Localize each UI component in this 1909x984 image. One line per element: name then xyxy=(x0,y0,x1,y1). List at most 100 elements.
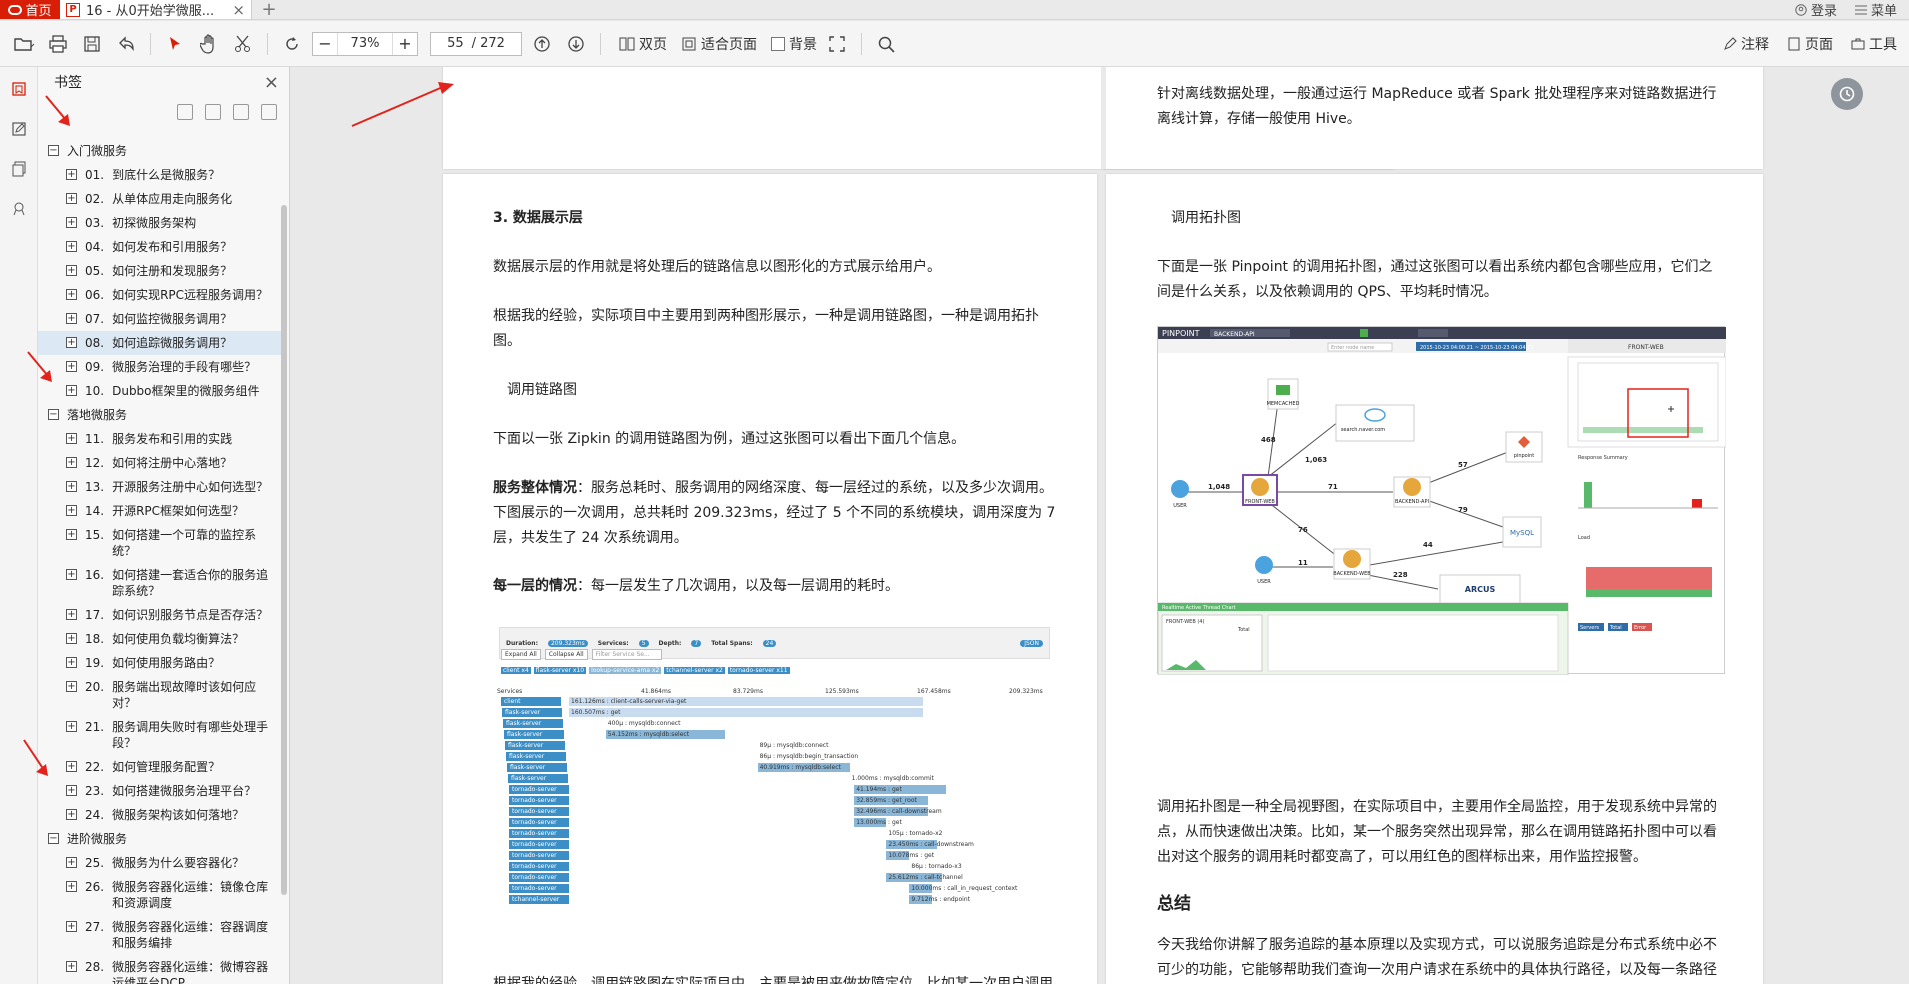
background-toggle[interactable]: 背景 xyxy=(771,34,817,54)
login-button[interactable]: 登录 xyxy=(1795,0,1837,19)
page-menu-button[interactable]: 页面 xyxy=(1787,34,1833,54)
bookmark-item[interactable]: +28. 微服务容器化运维：微博容器运维平台DCP xyxy=(38,955,282,984)
stamp-icon[interactable] xyxy=(0,189,38,229)
bookmark-item[interactable]: +09. 微服务治理的手段有哪些？ xyxy=(38,355,282,379)
annotate-button[interactable]: 注释 xyxy=(1723,34,1769,54)
bookmark-item[interactable]: +02. 从单体应用走向服务化 xyxy=(38,187,282,211)
bookmark-item[interactable]: +11. 服务发布和引用的实践 xyxy=(38,427,282,451)
rotate-icon[interactable] xyxy=(278,30,306,58)
page-number-field[interactable]: 55 / 272 xyxy=(430,31,522,56)
expand-toggle-icon[interactable]: + xyxy=(66,217,77,228)
bookmark-settings-icon[interactable] xyxy=(261,104,277,120)
bookmark-item[interactable]: +15. 如何搭建一个可靠的监控系统？ xyxy=(38,523,282,563)
collapse-toggle-icon[interactable]: − xyxy=(48,409,59,420)
bookmark-item[interactable]: +19. 如何使用服务路由？ xyxy=(38,651,282,675)
expand-toggle-icon[interactable]: + xyxy=(66,313,77,324)
bookmark-icon[interactable] xyxy=(0,69,38,109)
expand-toggle-icon[interactable]: + xyxy=(66,633,77,644)
expand-toggle-icon[interactable]: + xyxy=(66,481,77,492)
bookmark-group[interactable]: − 落地微服务 xyxy=(38,403,282,427)
expand-toggle-icon[interactable]: + xyxy=(66,569,77,580)
close-tab-icon[interactable]: × xyxy=(232,1,245,19)
bookmark-item[interactable]: +18. 如何使用负载均衡算法？ xyxy=(38,627,282,651)
collapse-toggle-icon[interactable]: − xyxy=(48,833,59,844)
expand-toggle-icon[interactable]: + xyxy=(66,457,77,468)
pages-icon[interactable] xyxy=(0,149,38,189)
expand-toggle-icon[interactable]: + xyxy=(66,809,77,820)
bookmark-item[interactable]: +07. 如何监控微服务调用？ xyxy=(38,307,282,331)
print-icon[interactable] xyxy=(44,30,72,58)
home-tab[interactable]: 首页 xyxy=(0,0,60,19)
bookmark-group[interactable]: − 入门微服务 xyxy=(38,139,282,163)
expand-toggle-icon[interactable]: + xyxy=(66,241,77,252)
expand-toggle-icon[interactable]: + xyxy=(66,681,77,692)
expand-toggle-icon[interactable]: + xyxy=(66,857,77,868)
bookmark-item[interactable]: +16. 如何搭建一套适合你的服务追踪系统？ xyxy=(38,563,282,603)
zoom-value[interactable]: 73% xyxy=(337,32,393,55)
bookmark-item[interactable]: +01. 到底什么是微服务？ xyxy=(38,163,282,187)
bookmark-item[interactable]: +13. 开源服务注册中心如何选型？ xyxy=(38,475,282,499)
fit-page-button[interactable]: 适合页面 xyxy=(681,34,757,54)
zoom-in-button[interactable]: + xyxy=(393,33,417,55)
background-checkbox[interactable] xyxy=(771,36,785,51)
prev-page-icon[interactable] xyxy=(528,30,556,58)
expand-toggle-icon[interactable]: + xyxy=(66,921,77,932)
hand-icon[interactable] xyxy=(195,30,223,58)
menu-button[interactable]: 菜单 xyxy=(1854,0,1897,19)
bookmark-item[interactable]: +23. 如何搭建微服务治理平台？ xyxy=(38,779,282,803)
expand-toggle-icon[interactable]: + xyxy=(66,881,77,892)
history-button[interactable] xyxy=(1831,78,1863,110)
bookmark-item[interactable]: +05. 如何注册和发现服务？ xyxy=(38,259,282,283)
bookmark-scrollbar[interactable] xyxy=(281,205,287,895)
undo-icon[interactable] xyxy=(112,30,140,58)
double-page-button[interactable]: 双页 xyxy=(619,34,667,54)
bookmark-item[interactable]: +06. 如何实现RPC远程服务调用？ xyxy=(38,283,282,307)
bookmark-item[interactable]: +08. 如何追踪微服务调用？ xyxy=(38,331,282,355)
expand-toggle-icon[interactable]: + xyxy=(66,609,77,620)
expand-toggle-icon[interactable]: + xyxy=(66,385,77,396)
expand-toggle-icon[interactable]: + xyxy=(66,785,77,796)
document-tab[interactable]: P 16 - 从0开始学微服... × xyxy=(60,0,252,19)
close-panel-icon[interactable]: × xyxy=(264,72,279,93)
search-icon[interactable] xyxy=(872,30,900,58)
zoom-out-button[interactable]: − xyxy=(313,33,337,55)
collapse-toggle-icon[interactable]: − xyxy=(48,145,59,156)
bookmark-item[interactable]: +22. 如何管理服务配置？ xyxy=(38,755,282,779)
bookmark-item[interactable]: +26. 微服务容器化运维：镜像仓库和资源调度 xyxy=(38,875,282,915)
expand-toggle-icon[interactable]: + xyxy=(66,289,77,300)
bookmark-item[interactable]: +04. 如何发布和引用服务？ xyxy=(38,235,282,259)
expand-toggle-icon[interactable]: + xyxy=(66,505,77,516)
expand-toggle-icon[interactable]: + xyxy=(66,433,77,444)
new-tab-button[interactable]: + xyxy=(252,0,286,20)
fullscreen-icon[interactable] xyxy=(823,30,851,58)
bookmark-item[interactable]: +27. 微服务容器化运维：容器调度和服务编排 xyxy=(38,915,282,955)
bookmark-item[interactable]: +03. 初探微服务架构 xyxy=(38,211,282,235)
bookmark-item[interactable]: +12. 如何将注册中心落地？ xyxy=(38,451,282,475)
add-bookmark-icon[interactable] xyxy=(233,104,249,120)
bookmark-item[interactable]: +25. 微服务为什么要容器化？ xyxy=(38,851,282,875)
save-icon[interactable] xyxy=(78,30,106,58)
edit-icon[interactable] xyxy=(0,109,38,149)
open-icon[interactable] xyxy=(10,30,38,58)
expand-toggle-icon[interactable]: + xyxy=(66,961,77,972)
expand-toggle-icon[interactable]: + xyxy=(66,721,77,732)
bookmark-item[interactable]: +17. 如何识别服务节点是否存活？ xyxy=(38,603,282,627)
expand-toggle-icon[interactable]: + xyxy=(66,361,77,372)
select-icon[interactable] xyxy=(161,30,189,58)
bookmark-item[interactable]: +24. 微服务架构该如何落地？ xyxy=(38,803,282,827)
expand-all-icon[interactable] xyxy=(205,104,221,120)
expand-toggle-icon[interactable]: + xyxy=(66,337,77,348)
bookmark-item[interactable]: +14. 开源RPC框架如何选型？ xyxy=(38,499,282,523)
expand-toggle-icon[interactable]: + xyxy=(66,529,77,540)
bookmark-item[interactable]: +10. Dubbo框架里的微服务组件 xyxy=(38,379,282,403)
expand-toggle-icon[interactable]: + xyxy=(66,265,77,276)
next-page-icon[interactable] xyxy=(562,30,590,58)
tools-button[interactable]: 工具 xyxy=(1851,34,1897,54)
expand-toggle-icon[interactable]: + xyxy=(66,657,77,668)
expand-toggle-icon[interactable]: + xyxy=(66,761,77,772)
bookmark-group[interactable]: − 进阶微服务 xyxy=(38,827,282,851)
bookmark-item[interactable]: +21. 服务调用失败时有哪些处理手段？ xyxy=(38,715,282,755)
expand-toggle-icon[interactable]: + xyxy=(66,193,77,204)
expand-toggle-icon[interactable]: + xyxy=(66,169,77,180)
bookmark-item[interactable]: +20. 服务端出现故障时该如何应对？ xyxy=(38,675,282,715)
